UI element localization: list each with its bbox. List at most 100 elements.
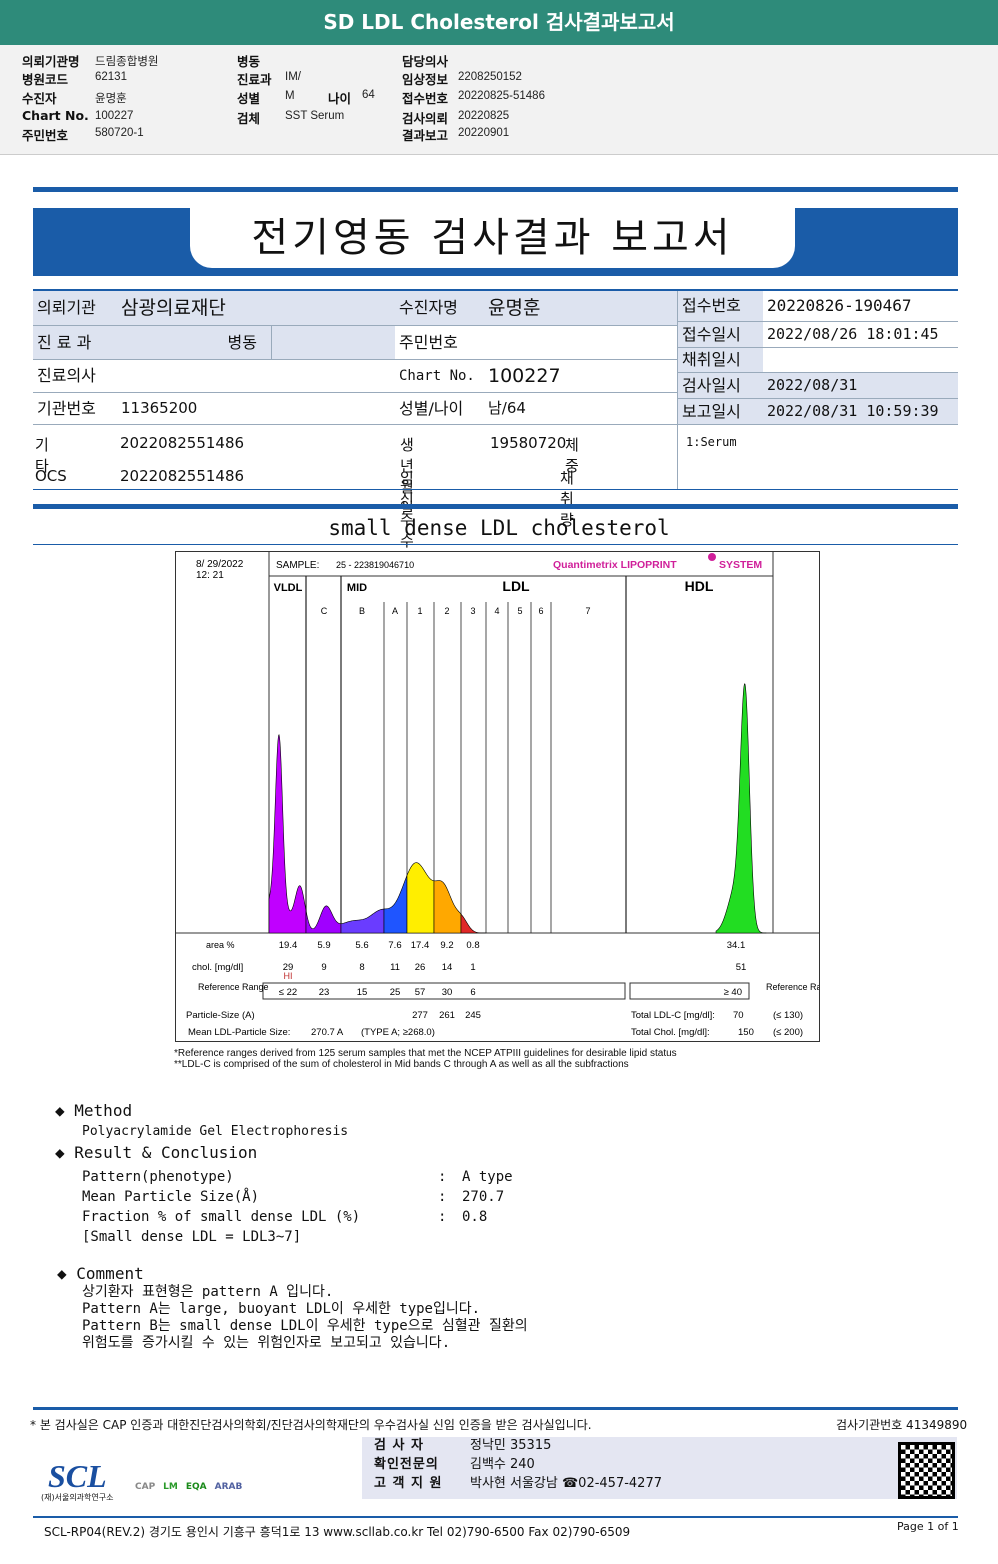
info-label: Chart No.	[22, 108, 89, 123]
result-title: Result & Conclusion	[74, 1143, 258, 1162]
result-label: Mean Particle Size(Å)	[82, 1189, 260, 1205]
chol-value: 26	[415, 962, 426, 973]
result-label: Pattern(phenotype)	[82, 1169, 234, 1185]
area-hdl-value: 34.1	[727, 940, 746, 951]
electrophoresis-plot: 8/ 29/202212: 21 SAMPLE: 25 - 223819046710…	[176, 552, 819, 1038]
report-header-title: SD LDL Cholesterol 검사결과보고서	[0, 0, 998, 45]
doctor-label: 진료의사	[33, 360, 117, 393]
result-label: Fraction % of small dense LDL (%)	[82, 1209, 361, 1225]
report-title: 전기영동 검사결과 보고서	[190, 208, 795, 268]
area-value: 17.4	[411, 940, 430, 951]
info-label: 접수번호	[402, 91, 449, 106]
info-label: 병원코드	[22, 72, 69, 87]
scl-logo-subtitle: (재)서울의과학연구소	[41, 1493, 114, 1502]
particle-size-value: 277	[412, 1010, 428, 1021]
total-ldl-value: 70	[733, 1010, 744, 1021]
info-value: 580720-1	[95, 127, 144, 139]
recno-label: 접수번호	[678, 291, 763, 322]
qr-code-icon	[898, 1442, 955, 1499]
signature-row: 검 사 자 정낙민 35315	[374, 1436, 662, 1455]
band-label: C	[321, 606, 328, 616]
result-sep: :	[438, 1209, 447, 1225]
info-value: IM/	[285, 71, 301, 83]
inst-label: 의뢰기관	[33, 291, 117, 326]
group-label-mid: MID	[347, 582, 367, 594]
band-label: A	[392, 606, 398, 616]
total-chol-value: 150	[738, 1027, 754, 1038]
area-value: 9.2	[440, 940, 453, 951]
brand-name: Quantimetrix LIPOPRINT	[553, 559, 677, 571]
reference-range-label-right: Reference Range	[766, 982, 819, 992]
info-value: 윤명훈	[95, 93, 127, 105]
chart-value: 100227	[484, 360, 677, 393]
sample-id: 25 - 223819046710	[336, 560, 414, 570]
reference-value: ≤ 22	[279, 987, 297, 998]
info-value: 20220825-51486	[458, 90, 545, 102]
info-label: 수진자	[22, 91, 57, 106]
group-label-hdl: HDL	[685, 578, 714, 594]
chol-hdl-value: 51	[736, 962, 747, 973]
reference-value: 23	[319, 987, 330, 998]
age-label: 나이	[328, 91, 352, 106]
group-label-ldl: LDL	[502, 578, 530, 594]
chart-date: 8/ 29/2022	[196, 559, 244, 570]
ward-label: 병동	[117, 326, 271, 360]
chol-value: 1	[470, 962, 475, 973]
info-label: 성별	[237, 91, 261, 106]
chart-time: 12: 21	[196, 570, 224, 581]
reference-value: 25	[390, 987, 401, 998]
comment-line: Pattern B는 small dense LDL이 우세한 type으로 심…	[82, 1318, 528, 1334]
reference-range-label: Reference Range	[198, 982, 269, 992]
reference-hdl-value: ≥ 40	[724, 987, 742, 998]
info-label: 의뢰기관명	[22, 54, 80, 69]
result-value: A type	[462, 1169, 513, 1185]
specimen-value: 1:Serum	[686, 435, 737, 449]
fraction-peak	[305, 905, 342, 934]
signature-name: 김백수 240	[470, 1457, 535, 1472]
cert-logo: ARAB	[214, 1482, 243, 1492]
code-label: 기관번호	[33, 393, 117, 425]
result-sep: :	[438, 1189, 447, 1205]
comment-line: 상기환자 표현형은 pattern A 입니다.	[82, 1284, 334, 1300]
reference-value: 15	[357, 987, 368, 998]
hi-flag: HI	[284, 971, 293, 981]
inst-value: 삼광의료재단	[117, 291, 395, 326]
result-row: Fraction % of small dense LDL (%):0.8	[82, 1207, 528, 1227]
rep-label: 보고일시	[678, 399, 763, 425]
mean-size-type: (TYPE A; ≥268.0)	[361, 1027, 435, 1038]
diamond-bullet-icon: ◆	[57, 1264, 67, 1283]
chol-value: 9	[321, 962, 326, 973]
chart-label: Chart No.	[395, 360, 484, 393]
chol-value: 14	[442, 962, 453, 973]
recdt-value: 2022/08/26 18:01:45	[763, 322, 958, 348]
area-value: 0.8	[466, 940, 479, 951]
sexage-label: 성별/나이	[395, 393, 484, 425]
result-row: Pattern(phenotype): A type	[82, 1167, 528, 1187]
signature-row: 고 객 지 원 박사현 서울강남 ☎02-457-4277	[374, 1474, 662, 1493]
info-value: 드림종합병원	[95, 56, 159, 68]
signature-name: 정낙민 35315	[470, 1438, 552, 1453]
mean-size-label: Mean LDL-Particle Size:	[188, 1027, 290, 1038]
recdt-label: 접수일시	[678, 322, 763, 348]
chol-value: 11	[390, 962, 400, 973]
birth-value: 19580720	[490, 434, 567, 452]
total-ldl-label: Total LDL-C [mg/dl]:	[631, 1010, 715, 1021]
lab-number: 검사기관번호 41349890	[836, 1418, 968, 1432]
result-sep: :	[438, 1169, 447, 1185]
patient-label: 수진자명	[395, 291, 484, 326]
ocs-value: 2022082551486	[120, 467, 245, 485]
band-label: 1	[417, 606, 422, 616]
area-value: 5.6	[355, 940, 368, 951]
signature-role: 확인전문의	[374, 1457, 439, 1472]
rrn-label: 주민번호	[395, 326, 484, 360]
sexage-value: 남/64	[484, 393, 677, 425]
recno-value: 20220826-190467	[763, 291, 958, 322]
cert-logo: CAP	[135, 1482, 156, 1492]
particle-size-value: 261	[439, 1010, 455, 1021]
band-label: 6	[538, 606, 543, 616]
sample-label: SAMPLE:	[276, 560, 319, 571]
band-label: 4	[494, 606, 499, 616]
ocs-label: OCS	[35, 467, 67, 485]
info-label: 진료과	[237, 72, 272, 87]
cert-logo: LM	[163, 1482, 178, 1492]
